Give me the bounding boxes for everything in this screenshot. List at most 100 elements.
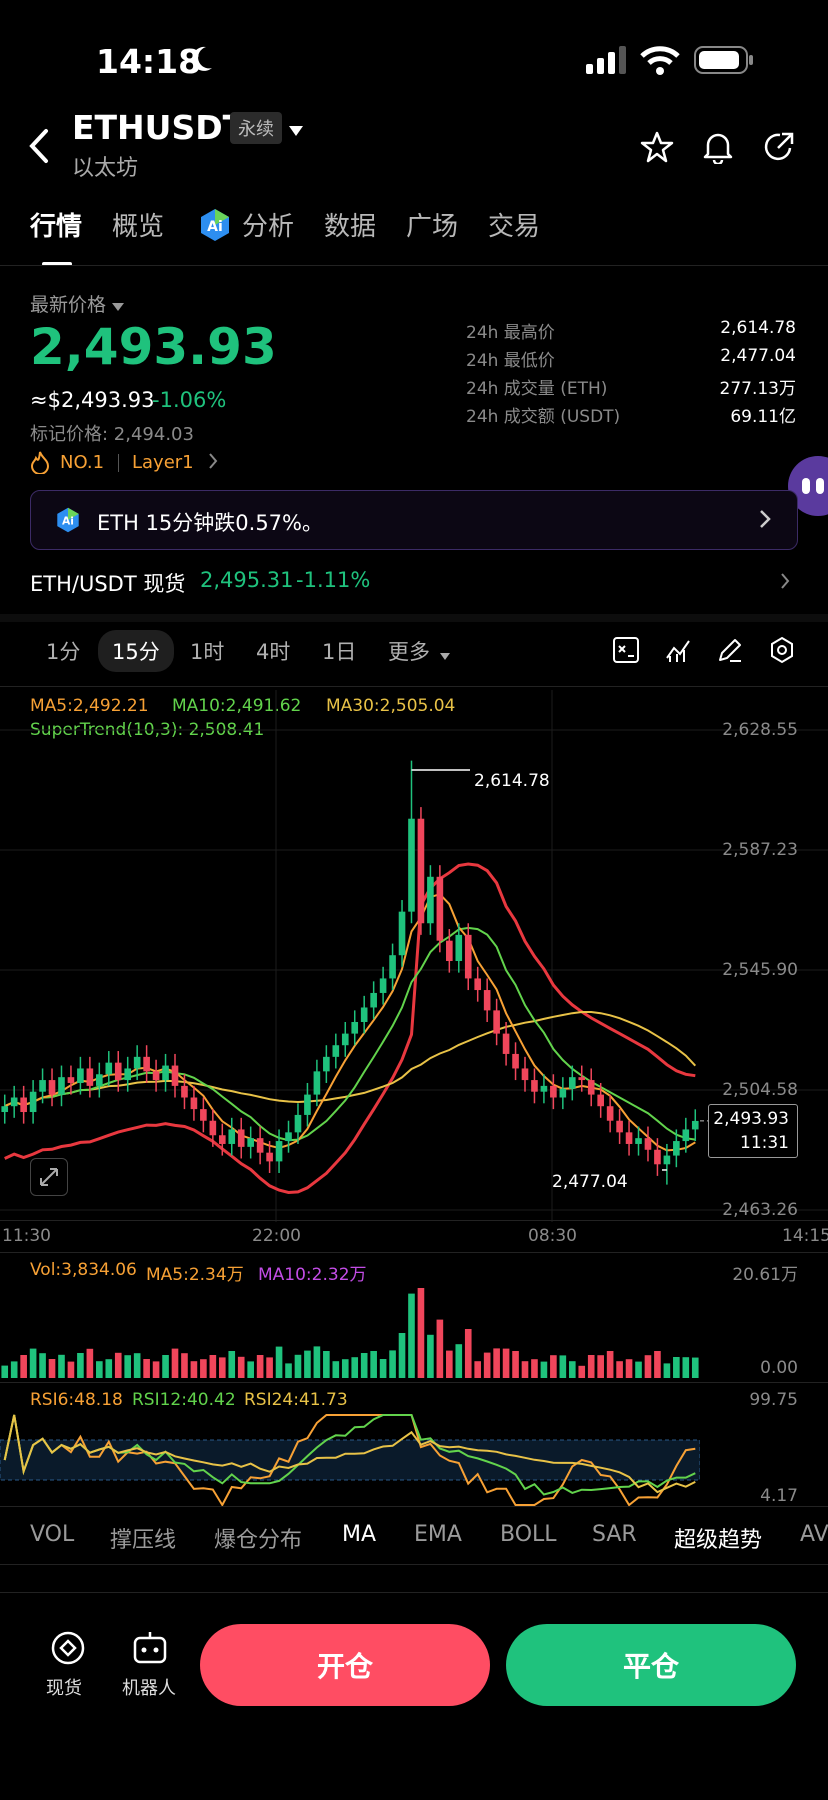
spot-nav-button[interactable]: 现货: [40, 1628, 96, 1699]
candle-body: [568, 1077, 576, 1089]
status-time: 14:18: [96, 42, 202, 81]
volume-bar: [379, 1359, 387, 1378]
ai-insight-banner[interactable]: Ai ETH 15分钟跌0.57%。: [30, 490, 798, 550]
fullscreen-button[interactable]: [30, 1158, 68, 1196]
open-position-button[interactable]: 开仓: [200, 1624, 490, 1706]
timeframe-bar: 1分 15分 1时 4时 1日 更多: [0, 630, 828, 676]
indicator-tab-boll[interactable]: BOLL: [500, 1522, 557, 1547]
volume-max-label: 20.61万: [732, 1265, 798, 1285]
volume-bar: [143, 1359, 150, 1378]
indicator-tab-support[interactable]: 撑压线: [110, 1522, 176, 1554]
divider: [118, 454, 119, 472]
volume-bar: [1, 1365, 9, 1378]
indicator-icon[interactable]: [664, 636, 692, 668]
candle-body: [29, 1091, 37, 1113]
last-price: 2,493.93: [30, 318, 277, 376]
candle-body: [152, 1071, 160, 1081]
volume-bar: [77, 1353, 84, 1378]
ai-icon: Ai: [55, 507, 81, 537]
candle-body: [673, 1141, 680, 1156]
rsi24-legend: RSI24:41.73: [244, 1390, 348, 1410]
tab-data[interactable]: 数据: [324, 206, 376, 243]
mark-price: 标记价格: 2,494.03: [30, 424, 194, 445]
volume-bar: [247, 1361, 254, 1378]
candle-body: [389, 955, 396, 979]
rsi-chart[interactable]: [0, 1410, 700, 1510]
robot-nav-button[interactable]: 机器人: [118, 1628, 182, 1699]
timeframe-4h[interactable]: 4时: [256, 636, 290, 666]
draw-pencil-icon[interactable]: [716, 636, 744, 668]
volume-bar: [531, 1359, 538, 1378]
candle-body: [285, 1132, 292, 1142]
category-tag[interactable]: Layer1: [132, 452, 194, 473]
volume-bar: [398, 1333, 406, 1378]
timeframe-more[interactable]: 更多: [388, 636, 430, 666]
candle-body: [77, 1068, 84, 1083]
volume-bar: [105, 1359, 113, 1378]
tab-analysis[interactable]: 分析: [242, 206, 294, 243]
indicator-tab-av[interactable]: AV: [800, 1522, 828, 1547]
chevron-down-icon[interactable]: [288, 122, 304, 141]
tab-market[interactable]: 行情: [30, 206, 82, 243]
volume-bar: [29, 1348, 37, 1378]
indicator-tab-ma[interactable]: MA: [342, 1522, 376, 1547]
timeframe-1d[interactable]: 1日: [322, 636, 356, 666]
candlestick-chart[interactable]: [0, 690, 828, 1250]
candle-body: [332, 1045, 340, 1057]
back-button[interactable]: [28, 128, 50, 168]
timeframe-15m[interactable]: 15分: [98, 630, 174, 672]
volume-bar: [616, 1361, 623, 1378]
contract-type-badge: 永续: [230, 112, 282, 144]
spot-pair-label[interactable]: ETH/USDT 现货: [30, 568, 185, 598]
candle-body: [360, 1007, 368, 1022]
bell-icon[interactable]: [702, 130, 734, 168]
divider: [0, 1220, 828, 1221]
candle-body: [237, 1129, 245, 1147]
y-tick-label: 2,628.55: [722, 720, 798, 740]
chevron-right-icon[interactable]: [780, 572, 790, 594]
candle-body: [181, 1085, 188, 1098]
star-icon[interactable]: [640, 130, 674, 168]
volume-bar: [304, 1350, 311, 1378]
volume-bar: [427, 1334, 434, 1378]
volume-bar: [521, 1361, 529, 1378]
volume-bar: [218, 1357, 226, 1378]
chart-type-icon[interactable]: [612, 636, 640, 668]
robot-nav-label: 机器人: [122, 1678, 176, 1699]
candle-body: [446, 940, 453, 962]
close-position-button[interactable]: 平仓: [506, 1624, 796, 1706]
indicator-tab-supertrend[interactable]: 超级趋势: [674, 1522, 762, 1554]
settings-icon[interactable]: [768, 636, 796, 668]
share-icon[interactable]: [762, 130, 796, 168]
current-price-tag: 2,493.93 11:31: [708, 1104, 798, 1158]
volume-chart[interactable]: [0, 1280, 700, 1380]
volume-bar: [512, 1351, 519, 1378]
volume-bar: [67, 1361, 75, 1378]
chevron-right-icon: [759, 509, 771, 533]
indicator-tabs: VOL 撑压线 爆仓分布 MA EMA BOLL SAR 超级趋势 AV: [0, 1522, 828, 1558]
indicator-tab-sar[interactable]: SAR: [592, 1522, 637, 1547]
volume-bar: [323, 1351, 330, 1378]
x-tick-label: 11:30: [2, 1226, 51, 1246]
usd-price: ≈$2,493.93: [30, 388, 155, 412]
indicator-tab-ema[interactable]: EMA: [414, 1522, 462, 1547]
tab-trade[interactable]: 交易: [488, 206, 540, 243]
symbol-title[interactable]: ETHUSDT: [72, 108, 245, 147]
volume-bar: [446, 1350, 453, 1378]
latest-price-label[interactable]: 最新价格: [30, 290, 106, 317]
tab-overview[interactable]: 概览: [112, 206, 164, 243]
candle-body: [654, 1149, 661, 1165]
volume-bar: [370, 1351, 377, 1378]
timeframe-1h[interactable]: 1时: [190, 636, 224, 666]
stat-label-low: 24h 最低价: [466, 351, 555, 371]
volume-bar: [200, 1359, 207, 1378]
volume-bar: [114, 1352, 122, 1378]
chevron-right-icon[interactable]: [208, 452, 218, 474]
volume-bar: [294, 1354, 302, 1378]
indicator-tab-liquidation[interactable]: 爆仓分布: [214, 1522, 302, 1554]
timeframe-1m[interactable]: 1分: [46, 636, 80, 666]
y-tick-label: 2,463.26: [722, 1200, 798, 1220]
tab-square[interactable]: 广场: [406, 206, 458, 243]
indicator-tab-vol[interactable]: VOL: [30, 1522, 74, 1547]
volume-bar: [464, 1329, 472, 1378]
